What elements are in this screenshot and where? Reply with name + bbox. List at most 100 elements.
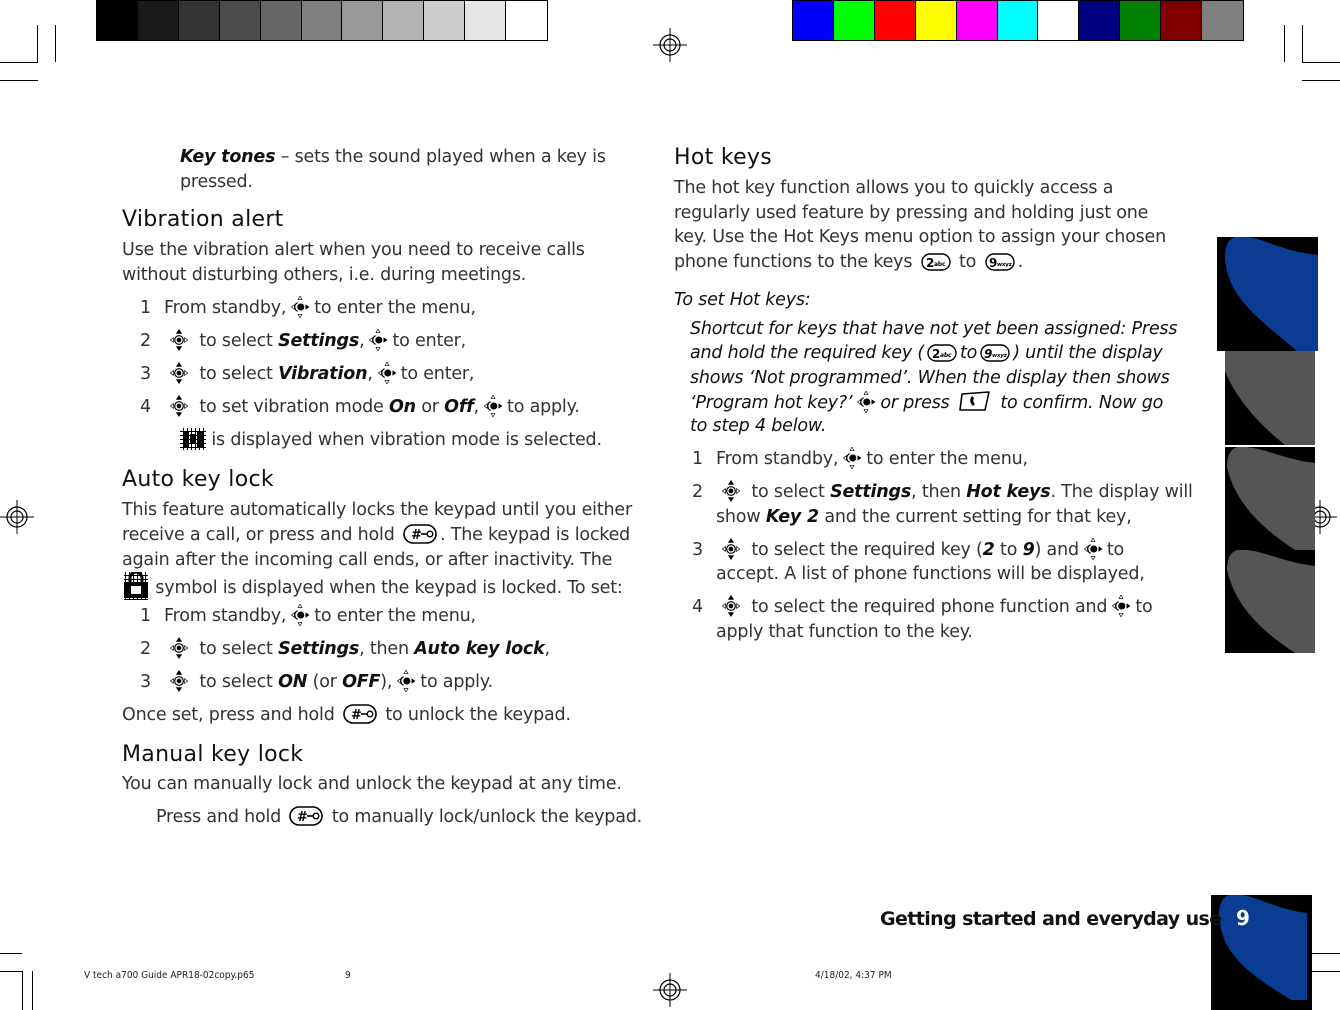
section-tab-active: [1217, 237, 1318, 351]
vibration-intro-2: without disturbing others, i.e. during m…: [122, 265, 527, 285]
hot-keys-step-2-cont: show Key 2 and the current setting for t…: [716, 507, 1132, 527]
nav-select-icon: [289, 296, 311, 318]
svg-text:wxyz: wxyz: [992, 353, 1008, 359]
nav-select-icon: [376, 362, 398, 384]
section-tab-4: [1225, 550, 1315, 653]
hot-keys-step-3-cont: accept. A list of phone functions will b…: [716, 564, 1145, 584]
key-tones-term: Key tones: [180, 147, 276, 167]
grayscale-swatch: [383, 1, 425, 40]
auto-lock-unlock-note: Once set, press and hold to unlock the k…: [122, 705, 571, 725]
manual-lock-intro: You can manually lock and unlock the key…: [122, 774, 622, 794]
auto-lock-intro-2: receive a call, or press and hold . The …: [122, 524, 631, 545]
process-color-swatch: [833, 1, 875, 40]
grayscale-swatch: [342, 1, 384, 40]
registration-mark-top: [653, 28, 687, 62]
page-number-tab: [1211, 895, 1312, 1010]
hot-keys-intro-4: phone functions to the keys 2 abc to 9 wxy…: [674, 252, 1023, 272]
slug-page: 9: [345, 970, 351, 981]
grayscale-swatch: [97, 1, 138, 40]
nav-select-icon: [1110, 595, 1132, 617]
auto-lock-intro-4: symbol is displayed when the keypad is l…: [122, 570, 623, 601]
key-9wxyz-icon: 9 wxyz: [984, 253, 1015, 271]
auto-lock-step-1: 1 From standby, to enter the menu,: [140, 604, 476, 626]
grayscale-swatch: [219, 1, 261, 40]
hot-keys-intro: The hot key function allows you to quick…: [674, 178, 1114, 198]
grayscale-swatch: [301, 1, 343, 40]
auto-lock-intro: This feature automatically locks the key…: [122, 500, 632, 520]
nav-updown-icon: [167, 362, 191, 384]
process-color-swatch: [997, 1, 1039, 40]
vibration-step-3: 3 to select Vibration, to enter,: [140, 362, 475, 384]
nav-updown-icon: [167, 637, 191, 659]
nav-select-icon: [841, 447, 863, 469]
nav-updown-icon: [719, 538, 743, 560]
nav-updown-icon: [719, 595, 743, 617]
hash-key-icon: [403, 524, 437, 544]
nav-select-icon: [367, 329, 389, 351]
hot-keys-intro-2: regularly used feature by pressing and h…: [674, 203, 1149, 223]
manual-lock-instruction: Press and hold to manually lock/unlock t…: [156, 807, 642, 827]
process-color-bar: [792, 0, 1244, 41]
auto-lock-step-3: 3 to select ON (or OFF), to apply.: [140, 670, 493, 692]
vibration-mode-icon: [180, 428, 206, 450]
svg-text:2: 2: [932, 347, 940, 361]
nav-updown-icon: [167, 395, 191, 417]
nav-select-icon: [395, 670, 417, 692]
grayscale-swatch: [506, 1, 547, 40]
auto-lock-intro-3: again after the incoming call ends, or a…: [122, 550, 613, 570]
heading-hot-keys: Hot keys: [674, 145, 772, 170]
hot-keys-step-1: 1 From standby, to enter the menu,: [692, 447, 1028, 469]
process-color-swatch: [1120, 1, 1162, 40]
shortcut-line-4: ‘Program hot key?’ or press to confirm. N…: [690, 390, 1163, 416]
hot-keys-intro-3: key. Use the Hot Keys menu option to ass…: [674, 227, 1166, 247]
grayscale-swatch: [260, 1, 302, 40]
process-color-swatch: [793, 1, 834, 40]
hot-keys-step-4: 4 to select the required phone function …: [692, 595, 1153, 617]
key-9wxyz-icon: 9 wxyz: [980, 344, 1010, 362]
process-color-swatch: [1038, 1, 1080, 40]
svg-text:2: 2: [926, 256, 934, 270]
grayscale-swatch: [178, 1, 220, 40]
page-number: 9: [1236, 906, 1250, 930]
process-color-swatch: [915, 1, 957, 40]
hot-keys-step-4-cont: apply that function to the key.: [716, 622, 973, 642]
svg-text:wxyz: wxyz: [997, 262, 1012, 268]
to-set-hot-keys: To set Hot keys:: [674, 290, 811, 310]
grayscale-swatch: [424, 1, 466, 40]
heading-manual-key-lock: Manual key lock: [122, 742, 304, 767]
grayscale-swatch: [137, 1, 179, 40]
registration-mark-bottom: [653, 973, 687, 1007]
hot-keys-step-3: 3 to select the required key (2 to 9) an…: [692, 538, 1125, 560]
key-tones-desc: pressed.: [180, 172, 253, 192]
vibration-step-1: 1 From standby, to enter the menu,: [140, 296, 476, 318]
process-color-swatch: [956, 1, 998, 40]
shortcut-line-1: Shortcut for keys that have not yet been…: [690, 319, 1178, 339]
registration-mark-left: [0, 500, 34, 534]
process-color-swatch: [1079, 1, 1121, 40]
section-tab-2: [1225, 351, 1315, 445]
key-tones-line: Key tones – sets the sound played when a…: [180, 147, 606, 167]
key-2abc-icon: 2 abc: [927, 344, 957, 362]
grayscale-swatch: [465, 1, 507, 40]
nav-select-icon: [855, 391, 877, 413]
process-color-swatch: [1161, 1, 1203, 40]
auto-lock-step-2: 2 to select Settings, then Auto key lock…: [140, 637, 550, 659]
nav-updown-icon: [167, 329, 191, 351]
section-title-footer: Getting started and everyday use: [880, 908, 1222, 930]
call-key-icon: [958, 390, 992, 412]
section-tab-3: [1225, 447, 1315, 550]
vibration-step-4: 4 to set vibration mode On or Off, to app…: [140, 395, 580, 417]
svg-text:9: 9: [989, 256, 997, 270]
grayscale-color-bar: [96, 0, 548, 41]
shortcut-line-3: shows ‘Not programmed’. When the display…: [690, 368, 1170, 388]
heading-vibration-alert: Vibration alert: [122, 207, 284, 232]
slug-date: 4/18/02, 4:37 PM: [815, 970, 892, 981]
vibration-intro: Use the vibration alert when you need to…: [122, 240, 585, 260]
nav-updown-icon: [167, 670, 191, 692]
slug-filename: V tech a700 Guide APR18-02copy.p65: [84, 970, 255, 981]
svg-text:9: 9: [984, 347, 992, 361]
nav-select-icon: [289, 604, 311, 626]
shortcut-line-2: and hold the required key (2 abc to 9 wxyz) …: [690, 343, 1163, 363]
svg-text:abc: abc: [940, 352, 952, 359]
nav-select-icon: [1082, 538, 1104, 560]
